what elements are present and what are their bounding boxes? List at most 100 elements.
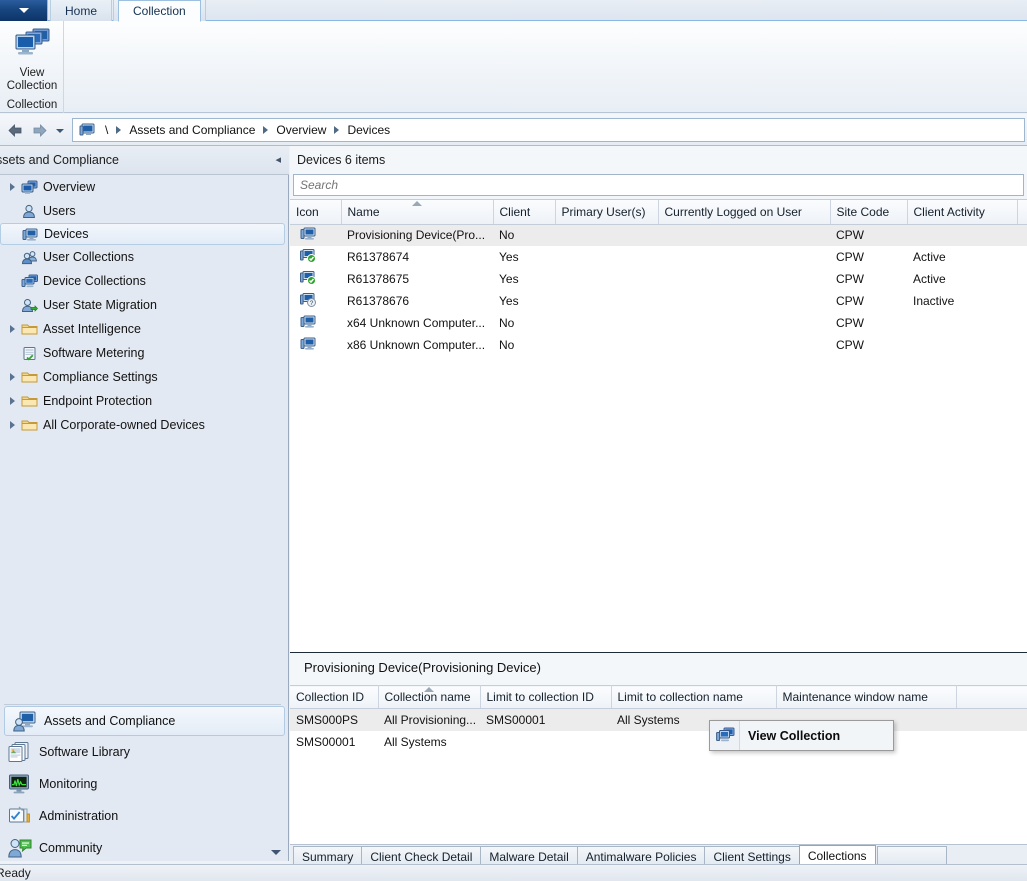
folder-icon — [19, 418, 39, 432]
software-library-icon — [8, 741, 34, 763]
table-row[interactable]: Provisioning Device(Pro... No CPW — [290, 224, 1027, 246]
cell-logged-on-user — [658, 334, 830, 356]
tab-antimalware-policies-label: Antimalware Policies — [586, 850, 697, 864]
table-row[interactable]: ? R61378676 Yes CPW Inactive — [290, 290, 1027, 312]
table-row[interactable]: SMS00001 All Systems — [290, 731, 1027, 753]
tree-item-asset-intelligence[interactable]: Asset Intelligence — [0, 317, 289, 341]
breadcrumb[interactable]: \ Assets and Compliance Overview Devices — [72, 118, 1025, 142]
tab-summary[interactable]: Summary — [293, 846, 362, 866]
ribbon-group-title: Collection — [0, 99, 64, 111]
collapse-pane-icon[interactable]: ◂ — [275, 153, 281, 166]
devices-table-header-row: Icon Name Client Primary User(s) Current… — [290, 200, 1027, 224]
cell-filler — [1017, 268, 1027, 290]
tree-item-user-collections[interactable]: User Collections — [0, 245, 289, 269]
tree-item-endpoint-protection[interactable]: Endpoint Protection — [0, 389, 289, 413]
application-menu-button[interactable] — [0, 0, 48, 21]
cell-name: x86 Unknown Computer... — [341, 334, 493, 356]
cell-name: R61378674 — [341, 246, 493, 268]
back-button[interactable] — [4, 120, 26, 141]
tree-item-all-corporate-owned-devices[interactable]: All Corporate-owned Devices — [0, 413, 289, 437]
view-collection-ribbon-button[interactable]: View Collection — [0, 23, 64, 91]
cell-client-activity — [907, 224, 1017, 246]
cell-collection-name: All Provisioning... — [378, 709, 480, 731]
column-header-site-code[interactable]: Site Code — [830, 200, 907, 224]
table-row[interactable]: x64 Unknown Computer... No CPW — [290, 312, 1027, 334]
expander-icon[interactable] — [6, 413, 19, 437]
ribbon-tab-collection[interactable]: Collection — [118, 0, 201, 22]
tree-item-users[interactable]: Users — [0, 199, 289, 223]
search-input[interactable] — [294, 176, 1023, 194]
expander-icon[interactable] — [6, 317, 19, 341]
cell-filler — [1017, 224, 1027, 246]
workspace-monitoring[interactable]: Monitoring — [0, 768, 289, 800]
cell-site-code: CPW — [830, 334, 907, 356]
tree-item-overview[interactable]: Overview — [0, 175, 289, 199]
table-row[interactable]: SMS000PS All Provisioning... SMS00001 Al… — [290, 709, 1027, 731]
table-row[interactable]: x86 Unknown Computer... No CPW — [290, 334, 1027, 356]
detail-tab-strip: Summary Client Check Detail Malware Deta… — [290, 844, 1027, 866]
workspace-assets-and-compliance[interactable]: Assets and Compliance — [4, 706, 285, 736]
breadcrumb-item-assets-and-compliance[interactable]: Assets and Compliance — [125, 123, 259, 137]
cell-primary-user — [555, 224, 658, 246]
cell-client: Yes — [493, 268, 555, 290]
workspace-administration-label: Administration — [39, 809, 118, 823]
column-header-limit-to-collection-name[interactable]: Limit to collection name — [611, 686, 776, 709]
expander-icon[interactable] — [6, 175, 19, 199]
cell-client: No — [493, 224, 555, 246]
sidebar: ssets and Compliance ◂ Overview — [0, 146, 289, 861]
tab-collections[interactable]: Collections — [799, 845, 876, 866]
tree-item-devices[interactable]: Devices — [0, 223, 285, 245]
table-row[interactable]: R61378674 Yes CPW Active — [290, 246, 1027, 268]
navigation-tree: Overview Users — [0, 175, 289, 704]
tab-client-check-detail[interactable]: Client Check Detail — [361, 846, 481, 866]
collections-table: Collection ID Collection name Limit to c… — [290, 685, 1027, 753]
column-header-currently-logged-on-user[interactable]: Currently Logged on User — [658, 200, 830, 224]
tree-item-user-state-migration[interactable]: User State Migration — [0, 293, 289, 317]
history-dropdown-button[interactable] — [52, 120, 68, 141]
workspace-software-library[interactable]: Software Library — [0, 736, 289, 768]
breadcrumb-item-overview[interactable]: Overview — [272, 123, 330, 137]
ribbon-tab-home[interactable]: Home — [50, 0, 112, 21]
table-row[interactable]: R61378675 Yes CPW Active — [290, 268, 1027, 290]
more-workspaces-icon[interactable] — [271, 850, 281, 855]
breadcrumb-item-devices[interactable]: Devices — [343, 123, 394, 137]
view-collection-menu-icon — [710, 727, 740, 744]
column-header-limit-to-collection-id[interactable]: Limit to collection ID — [480, 686, 611, 709]
tab-client-settings[interactable]: Client Settings — [704, 846, 799, 866]
tree-item-device-collections[interactable]: Device Collections — [0, 269, 289, 293]
tree-item-asset-intelligence-label: Asset Intelligence — [43, 322, 141, 336]
workspace-community[interactable]: Community — [0, 832, 289, 864]
community-icon — [8, 837, 34, 859]
device-ok-icon — [290, 268, 341, 290]
tab-client-settings-label: Client Settings — [713, 850, 790, 864]
ribbon-tab-home-label: Home — [65, 4, 97, 18]
cell-client-activity: Active — [907, 268, 1017, 290]
cell-primary-user — [555, 312, 658, 334]
tab-malware-detail[interactable]: Malware Detail — [480, 846, 577, 866]
expander-icon[interactable] — [6, 389, 19, 413]
device-plain-icon — [290, 224, 341, 246]
context-menu-item-view-collection[interactable]: View Collection — [710, 721, 893, 750]
column-header-client-activity[interactable]: Client Activity — [907, 200, 1017, 224]
tree-item-software-metering[interactable]: Software Metering — [0, 341, 289, 365]
collections-grid: Collection ID Collection name Limit to c… — [290, 685, 1027, 845]
workspace-administration[interactable]: Administration — [0, 800, 289, 832]
column-header-primary-users[interactable]: Primary User(s) — [555, 200, 658, 224]
devices-table: Icon Name Client Primary User(s) Current… — [290, 200, 1027, 356]
tree-item-compliance-settings[interactable]: Compliance Settings — [0, 365, 289, 389]
cell-client: No — [493, 312, 555, 334]
expander-icon[interactable] — [6, 365, 19, 389]
column-header-name[interactable]: Name — [341, 200, 493, 224]
column-header-icon[interactable]: Icon — [290, 200, 341, 224]
tab-antimalware-policies[interactable]: Antimalware Policies — [577, 846, 706, 866]
cell-client-activity — [907, 312, 1017, 334]
column-header-collection-id[interactable]: Collection ID — [290, 686, 378, 709]
forward-button[interactable] — [28, 120, 50, 141]
search-box[interactable] — [293, 174, 1024, 196]
column-header-client[interactable]: Client — [493, 200, 555, 224]
column-header-maintenance-window-name[interactable]: Maintenance window name — [776, 686, 956, 709]
column-header-collection-name[interactable]: Collection name — [378, 686, 480, 709]
tree-item-users-label: Users — [43, 204, 76, 218]
breadcrumb-item-root[interactable]: \ — [101, 123, 112, 137]
column-header-filler — [956, 686, 1027, 709]
